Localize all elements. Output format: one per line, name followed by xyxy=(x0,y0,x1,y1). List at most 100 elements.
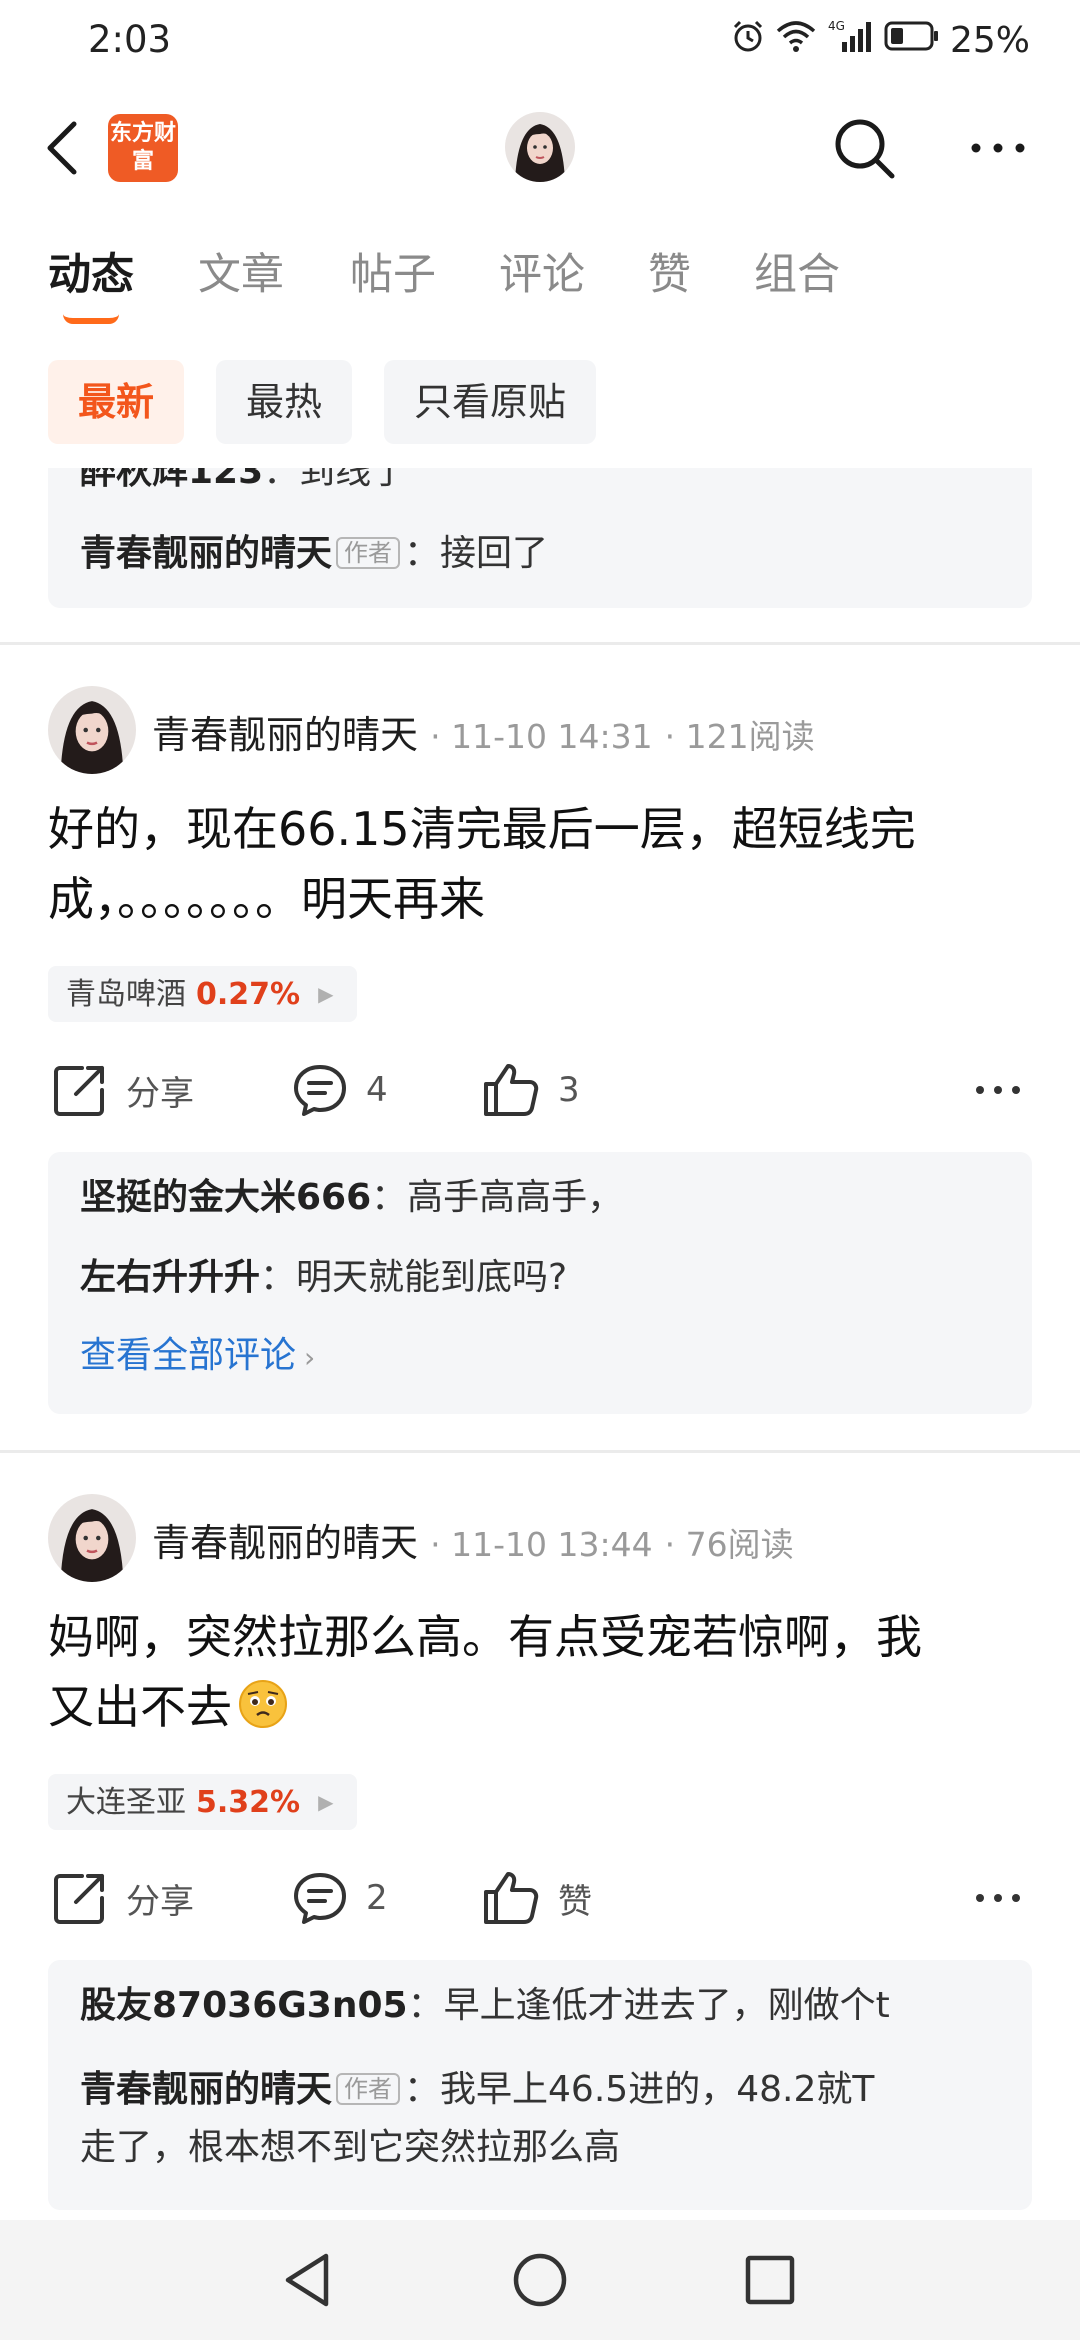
back-nav-icon xyxy=(285,2253,329,2307)
post-text-line: 妈啊，突然拉那么高。有点受宠若惊啊，我 xyxy=(48,1610,922,1664)
share-label: 分享 xyxy=(126,1881,194,1922)
like-count: 3 xyxy=(558,1070,580,1110)
nav-recents-button[interactable] xyxy=(738,2248,802,2312)
system-navigation-bar xyxy=(0,2220,1080,2340)
more-icon xyxy=(976,1086,1020,1094)
alarm-icon xyxy=(730,18,766,63)
share-icon xyxy=(54,1066,104,1116)
post-meta: 青春靓丽的晴天 · 11-10 14:31 · 121阅读 xyxy=(152,713,815,757)
active-tab-indicator xyxy=(63,314,119,324)
chevron-right-icon: › xyxy=(304,1341,316,1374)
like-label: 赞 xyxy=(558,1881,592,1922)
like-button[interactable]: 3 xyxy=(482,1058,580,1122)
post-more-button[interactable] xyxy=(974,1058,1022,1122)
back-icon xyxy=(47,121,77,175)
comment-text: 到线了 xyxy=(299,468,408,492)
comment-line: 青春靓丽的晴天 作者 ：我早上46.5进的，48.2就T xyxy=(80,2069,875,2110)
comment-count: 4 xyxy=(366,1070,388,1110)
comment-text: 我早上46.5进的，48.2就T xyxy=(440,2069,875,2110)
tab-posts[interactable]: 帖子 xyxy=(350,240,436,310)
like-button[interactable]: 赞 xyxy=(482,1866,592,1930)
thumbs-up-icon xyxy=(484,1064,539,1116)
post-author[interactable]: 青春靓丽的晴天 xyxy=(152,1521,418,1565)
tab-likes[interactable]: 赞 xyxy=(648,240,691,310)
recents-nav-icon xyxy=(745,2255,795,2305)
filter-latest[interactable]: 最新 xyxy=(48,360,185,444)
tab-comments[interactable]: 评论 xyxy=(499,240,585,310)
post-reads: 121阅读 xyxy=(685,717,815,756)
brand-logo[interactable]: 东方财富 xyxy=(108,114,178,182)
more-icon xyxy=(971,143,1025,153)
tab-label: 动态 xyxy=(48,250,134,300)
avatar[interactable] xyxy=(505,112,575,182)
comment-button[interactable]: 2 xyxy=(292,1866,388,1930)
post-reads: 76阅读 xyxy=(685,1525,794,1564)
comment-text: 接回了 xyxy=(440,533,549,574)
stock-name: 青岛啤酒 xyxy=(66,977,186,1012)
feed[interactable]: 醉秋辉123：到线了 青春靓丽的晴天 作者 ：接回了 青春靓丽的晴天 · 11-10… xyxy=(0,468,1080,2220)
status-time: 2:03 xyxy=(88,18,172,61)
comment-preview-box: 股友87036G3n05：早上逢低才进去了，刚做个t 青春靓丽的晴天 作者 ：我早上… xyxy=(48,1960,1032,2210)
comment-user[interactable]: 股友87036G3n05 xyxy=(80,1985,408,2026)
comment-count: 2 xyxy=(366,1878,388,1918)
filter-hottest[interactable]: 最热 xyxy=(216,360,353,444)
post-text[interactable]: 妈啊，突然拉那么高。有点受宠若惊啊，我 又出不去 xyxy=(48,1602,1038,1748)
share-button[interactable]: 分享 xyxy=(52,1058,194,1122)
pleading-face-emoji xyxy=(238,1678,288,1748)
tab-portfolio[interactable]: 组合 xyxy=(754,240,840,310)
search-icon xyxy=(835,119,895,179)
comment-text: 高手高高手， xyxy=(407,1177,624,1218)
stock-tag[interactable]: 大连圣亚 5.32% ▶ xyxy=(48,1774,358,1830)
avatar[interactable] xyxy=(48,1494,136,1582)
play-arrow-icon: ▶ xyxy=(318,982,334,1006)
comment-user[interactable]: 青春靓丽的晴天 xyxy=(80,533,332,574)
tab-dynamics[interactable]: 动态 xyxy=(48,240,134,324)
status-icons: 4G 25% xyxy=(730,18,1030,63)
comment-line: 醉秋辉123：到线了 xyxy=(80,468,407,494)
stock-tag[interactable]: 青岛啤酒 0.27% ▶ xyxy=(48,966,358,1022)
post-text-line: 又出不去 xyxy=(48,1672,1038,1748)
nav-back-button[interactable] xyxy=(276,2248,340,2312)
post-text[interactable]: 好的，现在66.15清完最后一层，超短线完成，。。。。。。。明天再来 xyxy=(48,794,1038,934)
divider xyxy=(0,642,1080,645)
stock-change: 0.27% xyxy=(196,977,301,1012)
comment-line: 坚挺的金大米666：高手高高手， xyxy=(80,1177,624,1218)
comment-text: 明天就能到底吗? xyxy=(296,1257,568,1298)
share-label: 分享 xyxy=(126,1073,194,1114)
comment-line: 青春靓丽的晴天 作者 ：接回了 xyxy=(80,533,549,574)
comment-button[interactable]: 4 xyxy=(292,1058,388,1122)
more-icon xyxy=(976,1894,1020,1902)
battery-icon xyxy=(884,19,940,62)
stock-change: 5.32% xyxy=(196,1785,301,1820)
comment-preview-box: 坚挺的金大米666：高手高高手， 左右升升升：明天就能到底吗? 查看全部评论 › xyxy=(48,1152,1032,1414)
comment-user[interactable]: 坚挺的金大米666 xyxy=(80,1177,371,1218)
post-text-span: 又出不去 xyxy=(48,1680,232,1734)
search-button[interactable] xyxy=(830,114,898,182)
comment-line: 股友87036G3n05：早上逢低才进去了，刚做个t xyxy=(80,1985,890,2026)
profile-tabs: 动态 文章 帖子 评论 赞 组合 xyxy=(0,240,1080,324)
comment-text: 早上逢低才进去了，刚做个t xyxy=(443,1985,890,2026)
comment-line-continued: 走了，根本想不到它突然拉那么高 xyxy=(80,2118,620,2170)
filter-original-only[interactable]: 只看原贴 xyxy=(384,360,597,444)
comment-user[interactable]: 青春靓丽的晴天 xyxy=(80,2069,332,2110)
comment-user[interactable]: 左右升升升 xyxy=(80,1257,260,1298)
more-button[interactable] xyxy=(966,120,1030,176)
comment-icon xyxy=(294,1873,346,1924)
signal-icon: 4G xyxy=(826,18,874,63)
comment-user[interactable]: 醉秋辉123 xyxy=(80,468,263,492)
post-author[interactable]: 青春靓丽的晴天 xyxy=(152,713,418,757)
post-more-button[interactable] xyxy=(974,1866,1022,1930)
share-button[interactable]: 分享 xyxy=(52,1866,194,1930)
share-icon xyxy=(54,1874,104,1924)
comment-icon xyxy=(294,1065,346,1116)
author-tag: 作者 xyxy=(336,537,401,569)
wifi-icon xyxy=(776,19,816,62)
view-all-comments-link[interactable]: 查看全部评论 › xyxy=(80,1326,315,1378)
network-type-label: 4G xyxy=(828,19,845,33)
nav-home-button[interactable] xyxy=(508,2248,572,2312)
play-arrow-icon: ▶ xyxy=(318,1790,334,1814)
top-header: 东方财富 xyxy=(0,100,1080,196)
back-button[interactable] xyxy=(40,118,90,178)
tab-articles[interactable]: 文章 xyxy=(198,240,284,310)
avatar[interactable] xyxy=(48,686,136,774)
